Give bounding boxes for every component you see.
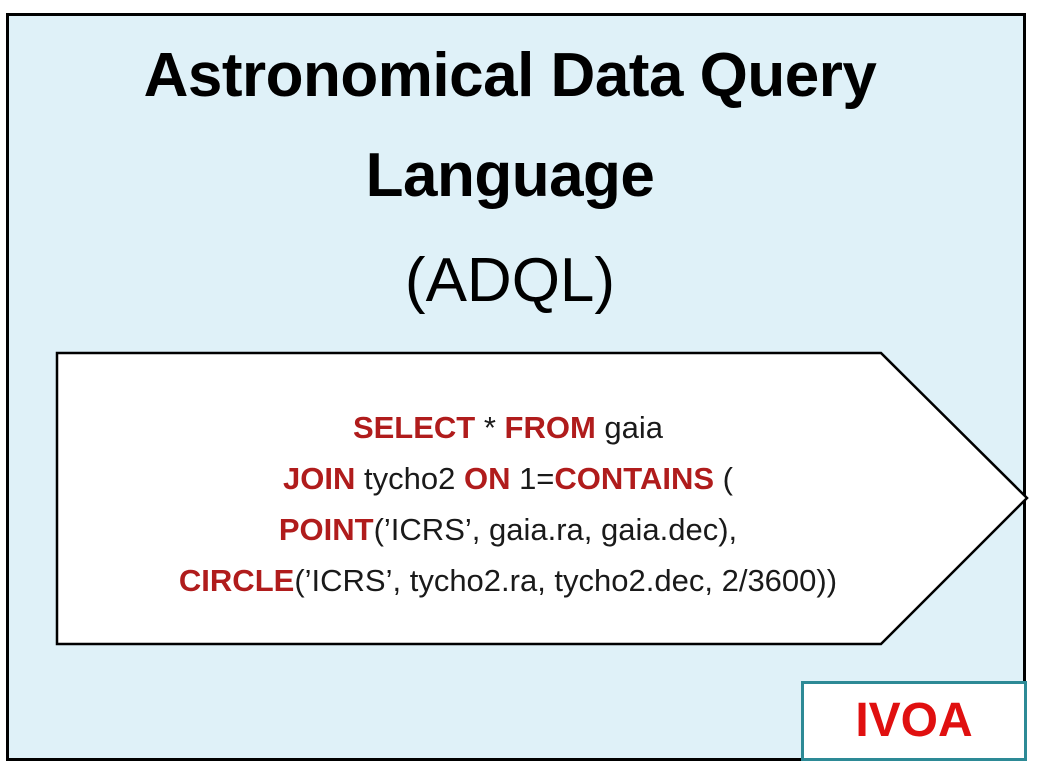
query-line-3: POINT(’ICRS’, gaia.ra, gaia.dec),: [60, 504, 956, 555]
query-text: tycho2: [355, 461, 464, 496]
query-keyword: POINT: [278, 512, 374, 547]
query-text: gaia: [595, 410, 664, 445]
query-keyword: CIRCLE: [178, 563, 295, 598]
query-keyword: FROM: [504, 410, 596, 445]
query-line-2: JOIN tycho2 ON 1=CONTAINS (: [60, 453, 956, 504]
adql-query: SELECT * FROM gaia JOIN tycho2 ON 1=CONT…: [60, 402, 956, 606]
ivoa-badge: IVOA: [801, 681, 1027, 761]
query-line-1: SELECT * FROM gaia: [60, 402, 956, 453]
pentagon-arrow-shape: [55, 351, 1029, 646]
query-keyword: ON: [463, 461, 511, 496]
query-text: (: [714, 461, 733, 496]
query-keyword: JOIN: [283, 461, 356, 496]
query-text: (’ICRS’, tycho2.ra, tycho2.dec, 2/3600)): [294, 563, 838, 598]
query-text: *: [475, 410, 505, 445]
query-line-4: CIRCLE(’ICRS’, tycho2.ra, tycho2.dec, 2/…: [60, 555, 956, 606]
query-keyword: SELECT: [352, 410, 476, 445]
query-text: 1=: [510, 461, 555, 496]
query-text: (’ICRS’, gaia.ra, gaia.dec),: [373, 512, 738, 547]
query-keyword: CONTAINS: [554, 461, 715, 496]
